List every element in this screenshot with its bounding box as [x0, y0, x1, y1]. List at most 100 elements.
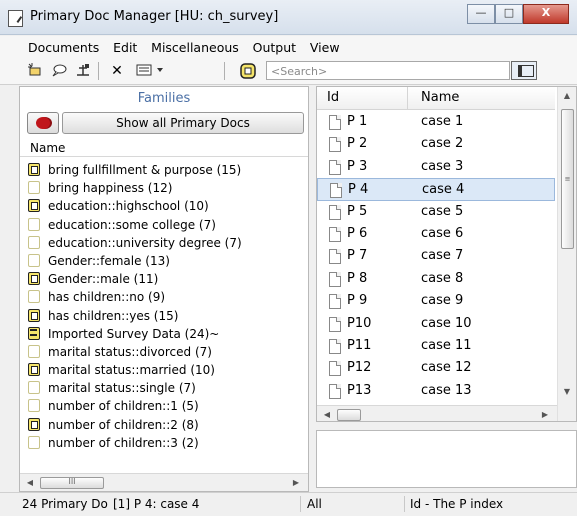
family-empty-icon: [28, 344, 40, 358]
document-row-selected[interactable]: P 4 case 4: [317, 178, 555, 201]
status-filter: All: [307, 497, 322, 511]
toolbar: ✕ <Search>: [0, 58, 577, 85]
scroll-thumb[interactable]: [337, 409, 361, 421]
menu-miscellaneous[interactable]: Miscellaneous: [151, 40, 239, 55]
family-empty-icon: [28, 253, 40, 267]
network-icon[interactable]: [74, 62, 92, 80]
family-item[interactable]: Gender::male (11): [24, 270, 304, 288]
document-icon: [329, 137, 341, 153]
family-item[interactable]: marital status::married (10): [24, 361, 304, 379]
column-separator[interactable]: [407, 87, 408, 109]
documents-list: P 1 case 1 P 2 case 2 P 3 case 3 P 4 case 4 …: [317, 111, 555, 402]
documents-vertical-scrollbar[interactable]: ▲ ≡ ▼: [557, 87, 576, 421]
family-item[interactable]: number of children::2 (8): [24, 416, 304, 434]
family-empty-icon: [28, 435, 40, 449]
comment-icon[interactable]: [50, 62, 68, 80]
document-row[interactable]: P 9 case 9: [317, 290, 555, 312]
scroll-thumb[interactable]: III: [40, 477, 104, 489]
document-icon: [329, 294, 341, 310]
scroll-down-icon[interactable]: ▼: [561, 387, 573, 399]
document-icon: [329, 338, 341, 354]
comment-pane[interactable]: [316, 430, 577, 488]
new-document-icon[interactable]: [26, 62, 44, 80]
document-row[interactable]: P 6 case 6: [317, 223, 555, 245]
name-column-header[interactable]: Name: [421, 90, 459, 105]
scroll-up-icon[interactable]: ▲: [561, 91, 573, 103]
family-filled-icon: [28, 163, 40, 176]
family-item[interactable]: marital status::single (7): [24, 379, 304, 397]
document-row[interactable]: P 8 case 8: [317, 268, 555, 290]
imported-data-icon: [28, 326, 40, 340]
toolbar-separator: [98, 62, 99, 80]
family-item[interactable]: education::university degree (7): [24, 234, 304, 252]
family-item[interactable]: Imported Survey Data (24)~: [24, 325, 304, 343]
filter-icon[interactable]: [238, 62, 258, 80]
document-row[interactable]: P13 case 13: [317, 380, 555, 402]
window-controls: — □ X: [467, 4, 569, 24]
family-empty-icon: [28, 235, 40, 249]
menu-view[interactable]: View: [310, 40, 340, 55]
family-item[interactable]: education::highschool (10): [24, 197, 304, 215]
family-filled-icon: [28, 417, 40, 431]
family-filled-icon: [28, 363, 40, 377]
family-item[interactable]: Gender::female (13): [24, 252, 304, 270]
document-row[interactable]: P10 case 10: [317, 313, 555, 335]
family-filter-icon[interactable]: [27, 112, 59, 134]
scroll-thumb[interactable]: ≡: [561, 109, 574, 249]
family-item[interactable]: has children::yes (15): [24, 307, 304, 325]
menu-edit[interactable]: Edit: [113, 40, 137, 55]
menu-output[interactable]: Output: [253, 40, 296, 55]
scroll-left-icon[interactable]: ◀: [321, 409, 333, 421]
delete-icon[interactable]: ✕: [108, 62, 126, 80]
document-icon: [330, 183, 342, 199]
document-row[interactable]: P 5 case 5: [317, 201, 555, 223]
document-row[interactable]: P11 case 11: [317, 335, 555, 357]
menu-documents[interactable]: Documents: [28, 40, 99, 55]
document-row[interactable]: P 3 case 3: [317, 156, 555, 178]
toolbar-separator: [224, 62, 225, 80]
document-row[interactable]: P 1 case 1: [317, 111, 555, 133]
family-filled-icon: [28, 308, 40, 322]
document-icon: [329, 249, 341, 265]
status-sort: Id - The P index: [410, 497, 504, 511]
document-row[interactable]: P 2 case 2: [317, 133, 555, 155]
family-empty-icon: [28, 217, 40, 231]
family-item[interactable]: bring fullfillment & purpose (15): [24, 161, 304, 179]
families-list: bring fullfillment & purpose (15) bring …: [24, 161, 304, 452]
documents-horizontal-scrollbar[interactable]: ◀ ▶: [317, 405, 557, 421]
minimize-button[interactable]: —: [467, 4, 495, 24]
view-dropdown-icon[interactable]: [134, 62, 166, 80]
family-item[interactable]: bring happiness (12): [24, 179, 304, 197]
documents-header: Id Name: [317, 87, 555, 110]
status-divider: [300, 496, 301, 512]
status-bar: 24 Primary Do [1] P 4: case 4 All Id - T…: [0, 492, 577, 516]
family-item[interactable]: number of children::1 (5): [24, 397, 304, 415]
document-icon: [329, 226, 341, 242]
family-item[interactable]: marital status::divorced (7): [24, 343, 304, 361]
close-button[interactable]: X: [523, 4, 569, 24]
family-empty-icon: [28, 381, 40, 395]
document-icon: [329, 383, 341, 399]
document-row[interactable]: P 7 case 7: [317, 245, 555, 267]
title-bar[interactable]: Primary Doc Manager [HU: ch_survey] — □ …: [0, 0, 577, 35]
family-filled-icon: [28, 199, 40, 213]
family-item[interactable]: education::some college (7): [24, 216, 304, 234]
id-column-header[interactable]: Id: [327, 90, 339, 105]
layout-toggle-icon[interactable]: [511, 61, 537, 80]
document-row[interactable]: P12 case 12: [317, 357, 555, 379]
show-all-primary-docs-button[interactable]: Show all Primary Docs: [62, 112, 304, 134]
scroll-right-icon[interactable]: ▶: [290, 477, 302, 489]
scroll-left-icon[interactable]: ◀: [24, 477, 36, 489]
families-horizontal-scrollbar[interactable]: ◀ III ▶: [20, 473, 308, 491]
family-empty-icon: [28, 290, 40, 304]
app-icon: [8, 10, 23, 27]
family-item[interactable]: number of children::3 (2): [24, 434, 304, 452]
document-icon: [329, 316, 341, 332]
family-item[interactable]: has children::no (9): [24, 288, 304, 306]
families-name-column-header[interactable]: Name: [20, 139, 308, 157]
document-icon: [329, 361, 341, 377]
search-input[interactable]: <Search>: [266, 61, 510, 80]
maximize-button[interactable]: □: [495, 4, 523, 24]
document-icon: [329, 115, 341, 130]
scroll-right-icon[interactable]: ▶: [539, 409, 551, 421]
